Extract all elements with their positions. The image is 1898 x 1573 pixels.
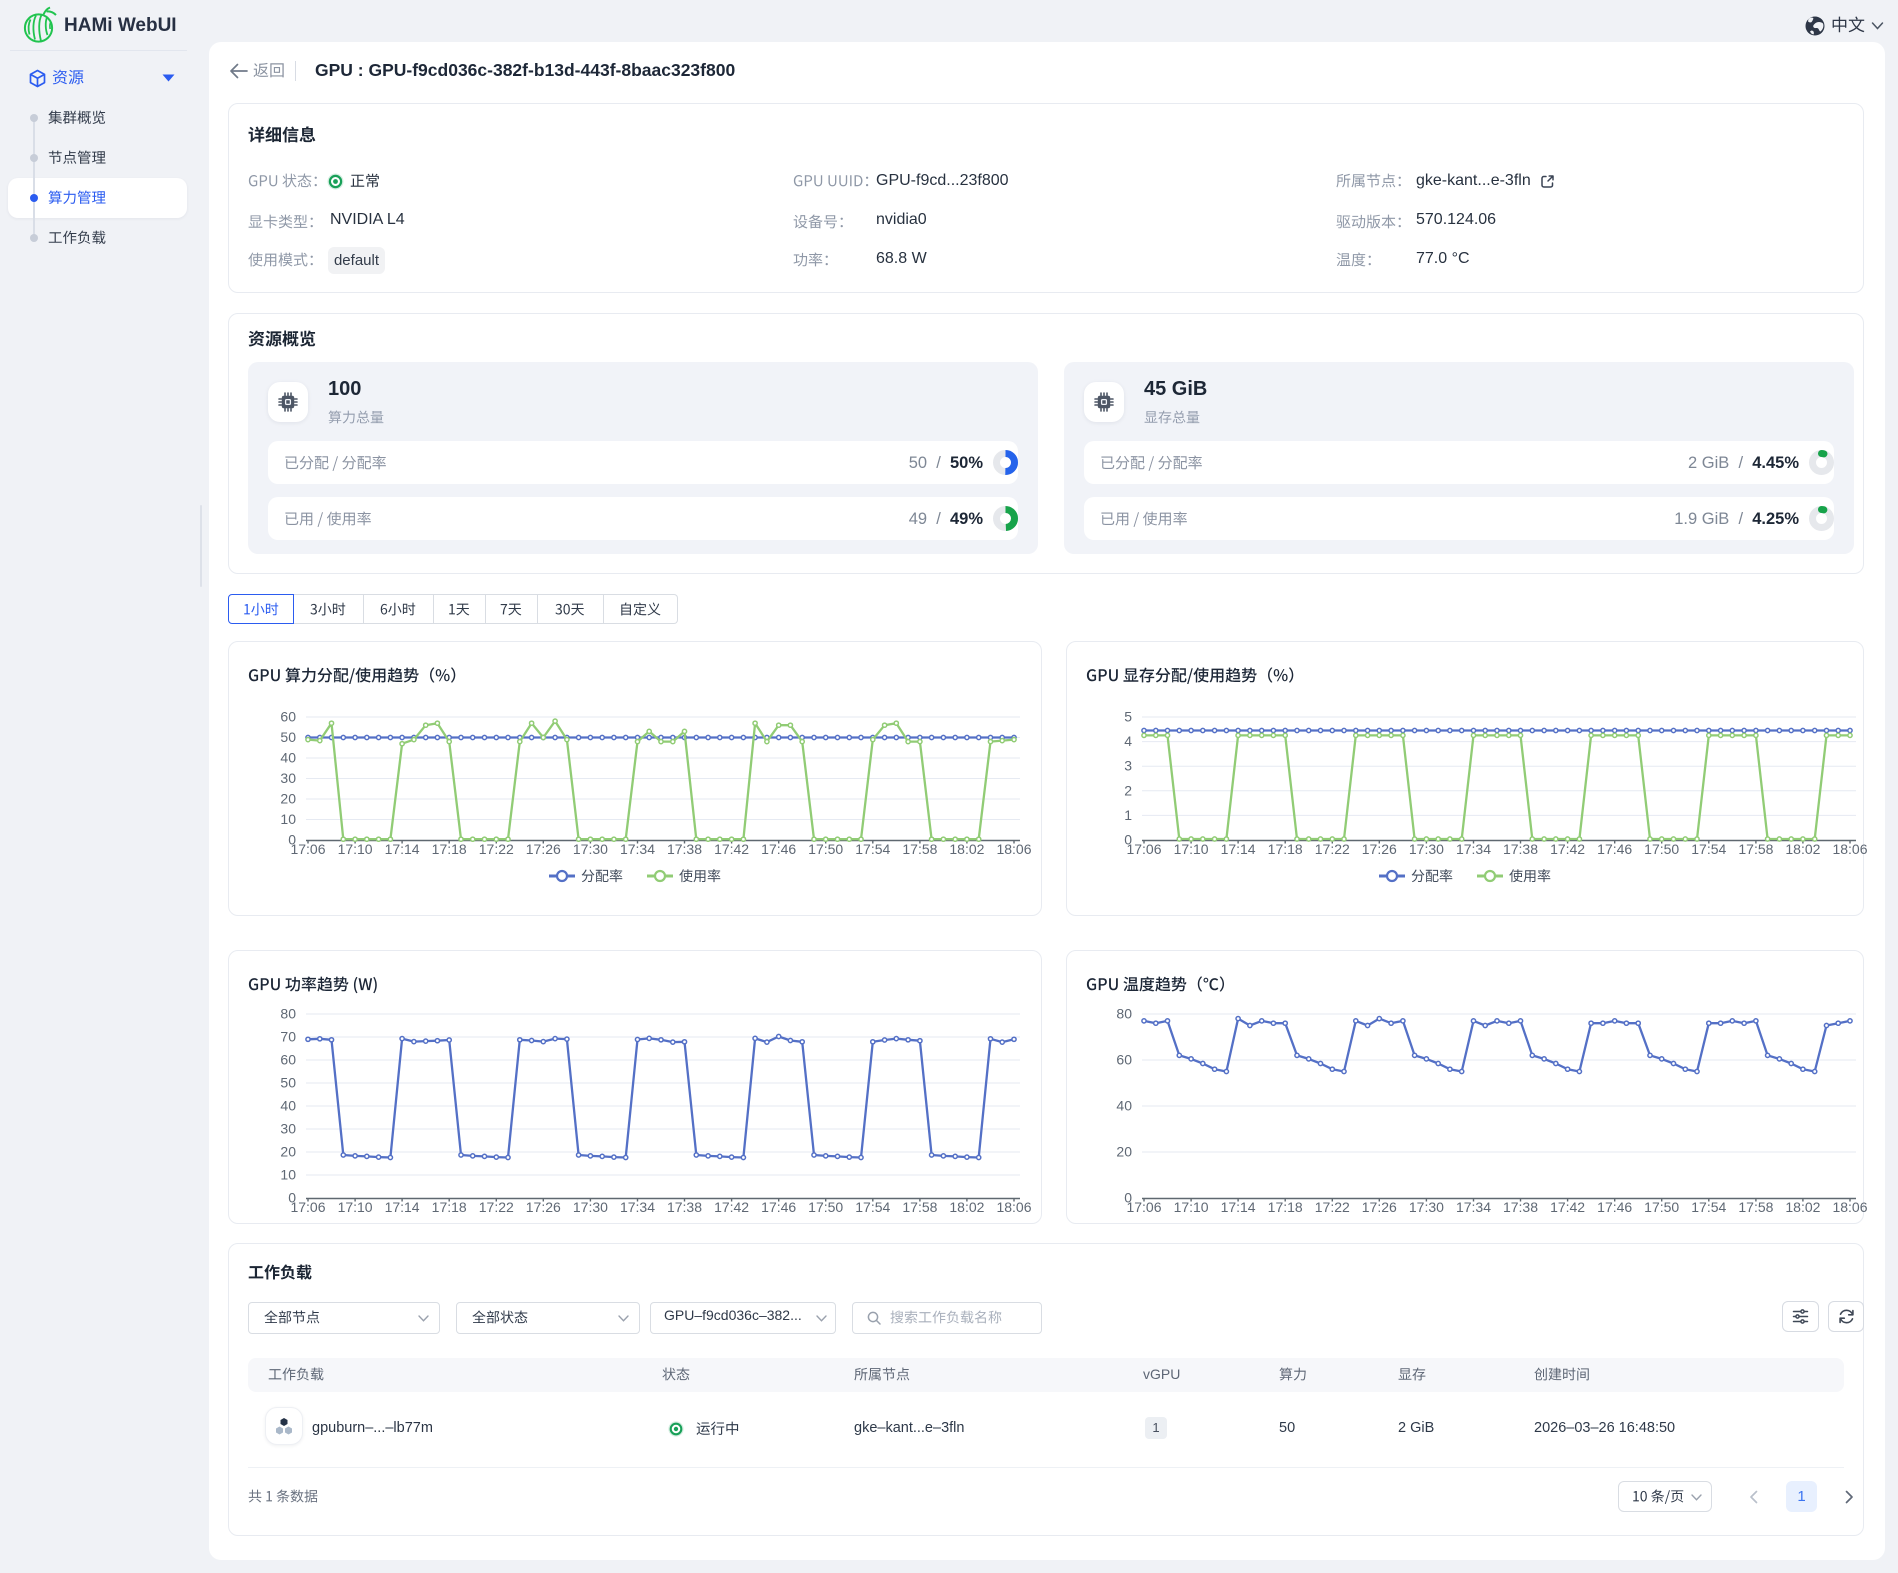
svg-text:17:50: 17:50 — [1644, 841, 1679, 857]
svg-text:17:10: 17:10 — [1174, 1199, 1209, 1215]
svg-text:18:06: 18:06 — [996, 1199, 1031, 1215]
svg-text:17:42: 17:42 — [1550, 1199, 1585, 1215]
svg-text:17:18: 17:18 — [432, 841, 467, 857]
svg-text:17:18: 17:18 — [1268, 841, 1303, 857]
svg-text:18:02: 18:02 — [1785, 1199, 1820, 1215]
svg-text:18:02: 18:02 — [949, 1199, 984, 1215]
svg-text:18:02: 18:02 — [949, 841, 984, 857]
svg-text:17:22: 17:22 — [479, 1199, 514, 1215]
svg-text:17:26: 17:26 — [1362, 841, 1397, 857]
svg-text:17:10: 17:10 — [338, 841, 373, 857]
svg-text:17:58: 17:58 — [1738, 841, 1773, 857]
svg-text:17:30: 17:30 — [573, 841, 608, 857]
svg-text:20: 20 — [280, 791, 296, 807]
svg-text:17:22: 17:22 — [1315, 841, 1350, 857]
svg-text:17:38: 17:38 — [667, 1199, 702, 1215]
svg-text:18:06: 18:06 — [1832, 1199, 1867, 1215]
svg-text:40: 40 — [280, 1098, 296, 1114]
svg-text:17:30: 17:30 — [1409, 841, 1444, 857]
svg-text:10: 10 — [280, 1167, 296, 1183]
svg-text:18:02: 18:02 — [1785, 841, 1820, 857]
svg-text:1: 1 — [1124, 807, 1132, 823]
svg-text:5: 5 — [1124, 709, 1132, 725]
svg-text:17:50: 17:50 — [1644, 1199, 1679, 1215]
svg-text:17:22: 17:22 — [1315, 1199, 1350, 1215]
svg-text:17:14: 17:14 — [385, 841, 420, 857]
svg-text:17:54: 17:54 — [855, 1199, 890, 1215]
svg-text:17:58: 17:58 — [1738, 1199, 1773, 1215]
svg-text:60: 60 — [1116, 1052, 1132, 1068]
svg-text:70: 70 — [280, 1029, 296, 1045]
svg-text:17:34: 17:34 — [620, 1199, 655, 1215]
svg-text:17:38: 17:38 — [1503, 1199, 1538, 1215]
svg-text:17:42: 17:42 — [714, 1199, 749, 1215]
svg-text:17:54: 17:54 — [855, 841, 890, 857]
svg-text:17:58: 17:58 — [902, 841, 937, 857]
svg-text:17:10: 17:10 — [1174, 841, 1209, 857]
svg-text:50: 50 — [280, 729, 296, 745]
svg-text:17:42: 17:42 — [1550, 841, 1585, 857]
svg-text:10: 10 — [280, 811, 296, 827]
svg-text:18:06: 18:06 — [1832, 841, 1867, 857]
svg-text:17:34: 17:34 — [1456, 1199, 1491, 1215]
svg-text:17:50: 17:50 — [808, 1199, 843, 1215]
svg-text:17:14: 17:14 — [1221, 841, 1256, 857]
svg-text:17:22: 17:22 — [479, 841, 514, 857]
svg-text:17:46: 17:46 — [761, 1199, 796, 1215]
svg-text:80: 80 — [1116, 1006, 1132, 1022]
svg-text:3: 3 — [1124, 758, 1132, 774]
svg-text:17:54: 17:54 — [1691, 1199, 1726, 1215]
svg-text:17:38: 17:38 — [667, 841, 702, 857]
svg-text:20: 20 — [1116, 1144, 1132, 1160]
svg-text:17:54: 17:54 — [1691, 841, 1726, 857]
svg-text:17:30: 17:30 — [573, 1199, 608, 1215]
svg-text:17:06: 17:06 — [290, 1199, 325, 1215]
svg-text:50: 50 — [280, 1075, 296, 1091]
svg-text:17:14: 17:14 — [1221, 1199, 1256, 1215]
svg-text:17:38: 17:38 — [1503, 841, 1538, 857]
svg-text:40: 40 — [1116, 1098, 1132, 1114]
svg-text:4: 4 — [1124, 733, 1132, 749]
svg-text:17:42: 17:42 — [714, 841, 749, 857]
svg-text:60: 60 — [280, 1052, 296, 1068]
svg-text:17:46: 17:46 — [1597, 841, 1632, 857]
svg-text:60: 60 — [280, 709, 296, 725]
svg-text:17:34: 17:34 — [620, 841, 655, 857]
svg-text:17:26: 17:26 — [526, 1199, 561, 1215]
svg-text:17:34: 17:34 — [1456, 841, 1491, 857]
svg-text:17:06: 17:06 — [1126, 1199, 1161, 1215]
svg-text:18:06: 18:06 — [996, 841, 1031, 857]
svg-text:30: 30 — [280, 770, 296, 786]
svg-text:40: 40 — [280, 750, 296, 766]
svg-text:17:58: 17:58 — [902, 1199, 937, 1215]
svg-text:80: 80 — [280, 1006, 296, 1022]
svg-text:17:06: 17:06 — [290, 841, 325, 857]
svg-text:17:50: 17:50 — [808, 841, 843, 857]
svg-text:17:30: 17:30 — [1409, 1199, 1444, 1215]
svg-text:17:46: 17:46 — [1597, 1199, 1632, 1215]
svg-text:30: 30 — [280, 1121, 296, 1137]
svg-text:2: 2 — [1124, 782, 1132, 798]
svg-text:20: 20 — [280, 1144, 296, 1160]
svg-text:17:46: 17:46 — [761, 841, 796, 857]
svg-text:17:14: 17:14 — [385, 1199, 420, 1215]
svg-text:17:10: 17:10 — [338, 1199, 373, 1215]
svg-text:17:18: 17:18 — [432, 1199, 467, 1215]
svg-text:17:18: 17:18 — [1268, 1199, 1303, 1215]
svg-text:17:26: 17:26 — [1362, 1199, 1397, 1215]
svg-text:17:06: 17:06 — [1126, 841, 1161, 857]
svg-text:17:26: 17:26 — [526, 841, 561, 857]
